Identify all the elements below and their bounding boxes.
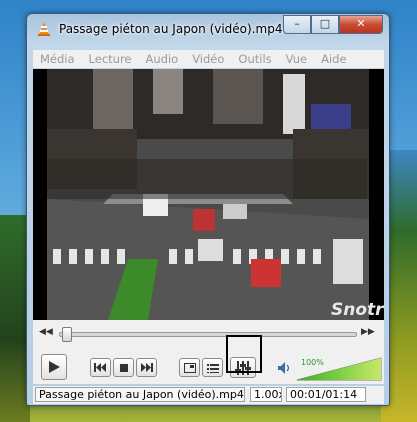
seek-row: ◀◀ ▶▶ xyxy=(33,325,384,342)
play-button[interactable] xyxy=(41,354,67,380)
menu-bar: Média Lecture Audio Vidéo Outils Vue Aid… xyxy=(33,50,384,68)
seek-handle[interactable] xyxy=(62,327,72,342)
close-button[interactable]: ✕ xyxy=(339,15,383,34)
highlight-box xyxy=(226,335,262,373)
stop-icon xyxy=(119,363,128,372)
menu-lecture[interactable]: Lecture xyxy=(82,52,139,66)
vlc-window: Passage piéton au Japon (vidéo).mp4 - L.… xyxy=(26,13,390,406)
minimize-button[interactable]: – xyxy=(283,15,311,34)
menu-media[interactable]: Média xyxy=(33,52,82,66)
video-area[interactable]: Snotr xyxy=(33,69,384,320)
time-display[interactable]: 00:01/01:14 xyxy=(286,387,366,402)
maximize-button[interactable]: □ xyxy=(311,15,339,34)
playback-rate[interactable]: 1.00x xyxy=(250,387,282,402)
fullscreen-button[interactable] xyxy=(179,358,200,377)
status-media-title: Passage piéton au Japon (vidéo).mp4 xyxy=(35,387,245,402)
play-icon xyxy=(49,361,60,373)
status-bar: Passage piéton au Japon (vidéo).mp4 1.00… xyxy=(33,386,384,404)
skip-forward-icon[interactable]: ▶▶ xyxy=(361,327,375,337)
stop-button[interactable] xyxy=(113,358,134,377)
volume-slider[interactable] xyxy=(296,356,382,382)
speaker-icon[interactable] xyxy=(277,361,293,375)
title-bar[interactable]: Passage piéton au Japon (vidéo).mp4 - L.… xyxy=(27,14,389,44)
next-button[interactable] xyxy=(136,358,157,377)
playlist-button[interactable] xyxy=(202,358,223,377)
menu-audio[interactable]: Audio xyxy=(139,52,186,66)
video-frame xyxy=(47,69,369,320)
vlc-cone-icon xyxy=(38,22,50,36)
snotr-watermark: Snotr xyxy=(331,300,384,320)
menu-aide[interactable]: Aide xyxy=(314,52,353,66)
previous-button[interactable] xyxy=(90,358,111,377)
window-title: Passage piéton au Japon (vidéo).mp4 - L.… xyxy=(59,22,313,36)
seek-bar[interactable] xyxy=(59,332,357,337)
playlist-icon xyxy=(206,363,219,373)
skip-back-icon[interactable]: ◀◀ xyxy=(39,327,53,337)
menu-outils[interactable]: Outils xyxy=(231,52,278,66)
controls-panel: ◀◀ ▶▶ 100% xyxy=(33,320,384,384)
menu-vue[interactable]: Vue xyxy=(279,52,314,66)
next-icon xyxy=(141,363,153,372)
menu-video[interactable]: Vidéo xyxy=(185,52,231,66)
previous-icon xyxy=(94,363,106,372)
fullscreen-icon xyxy=(183,362,196,373)
